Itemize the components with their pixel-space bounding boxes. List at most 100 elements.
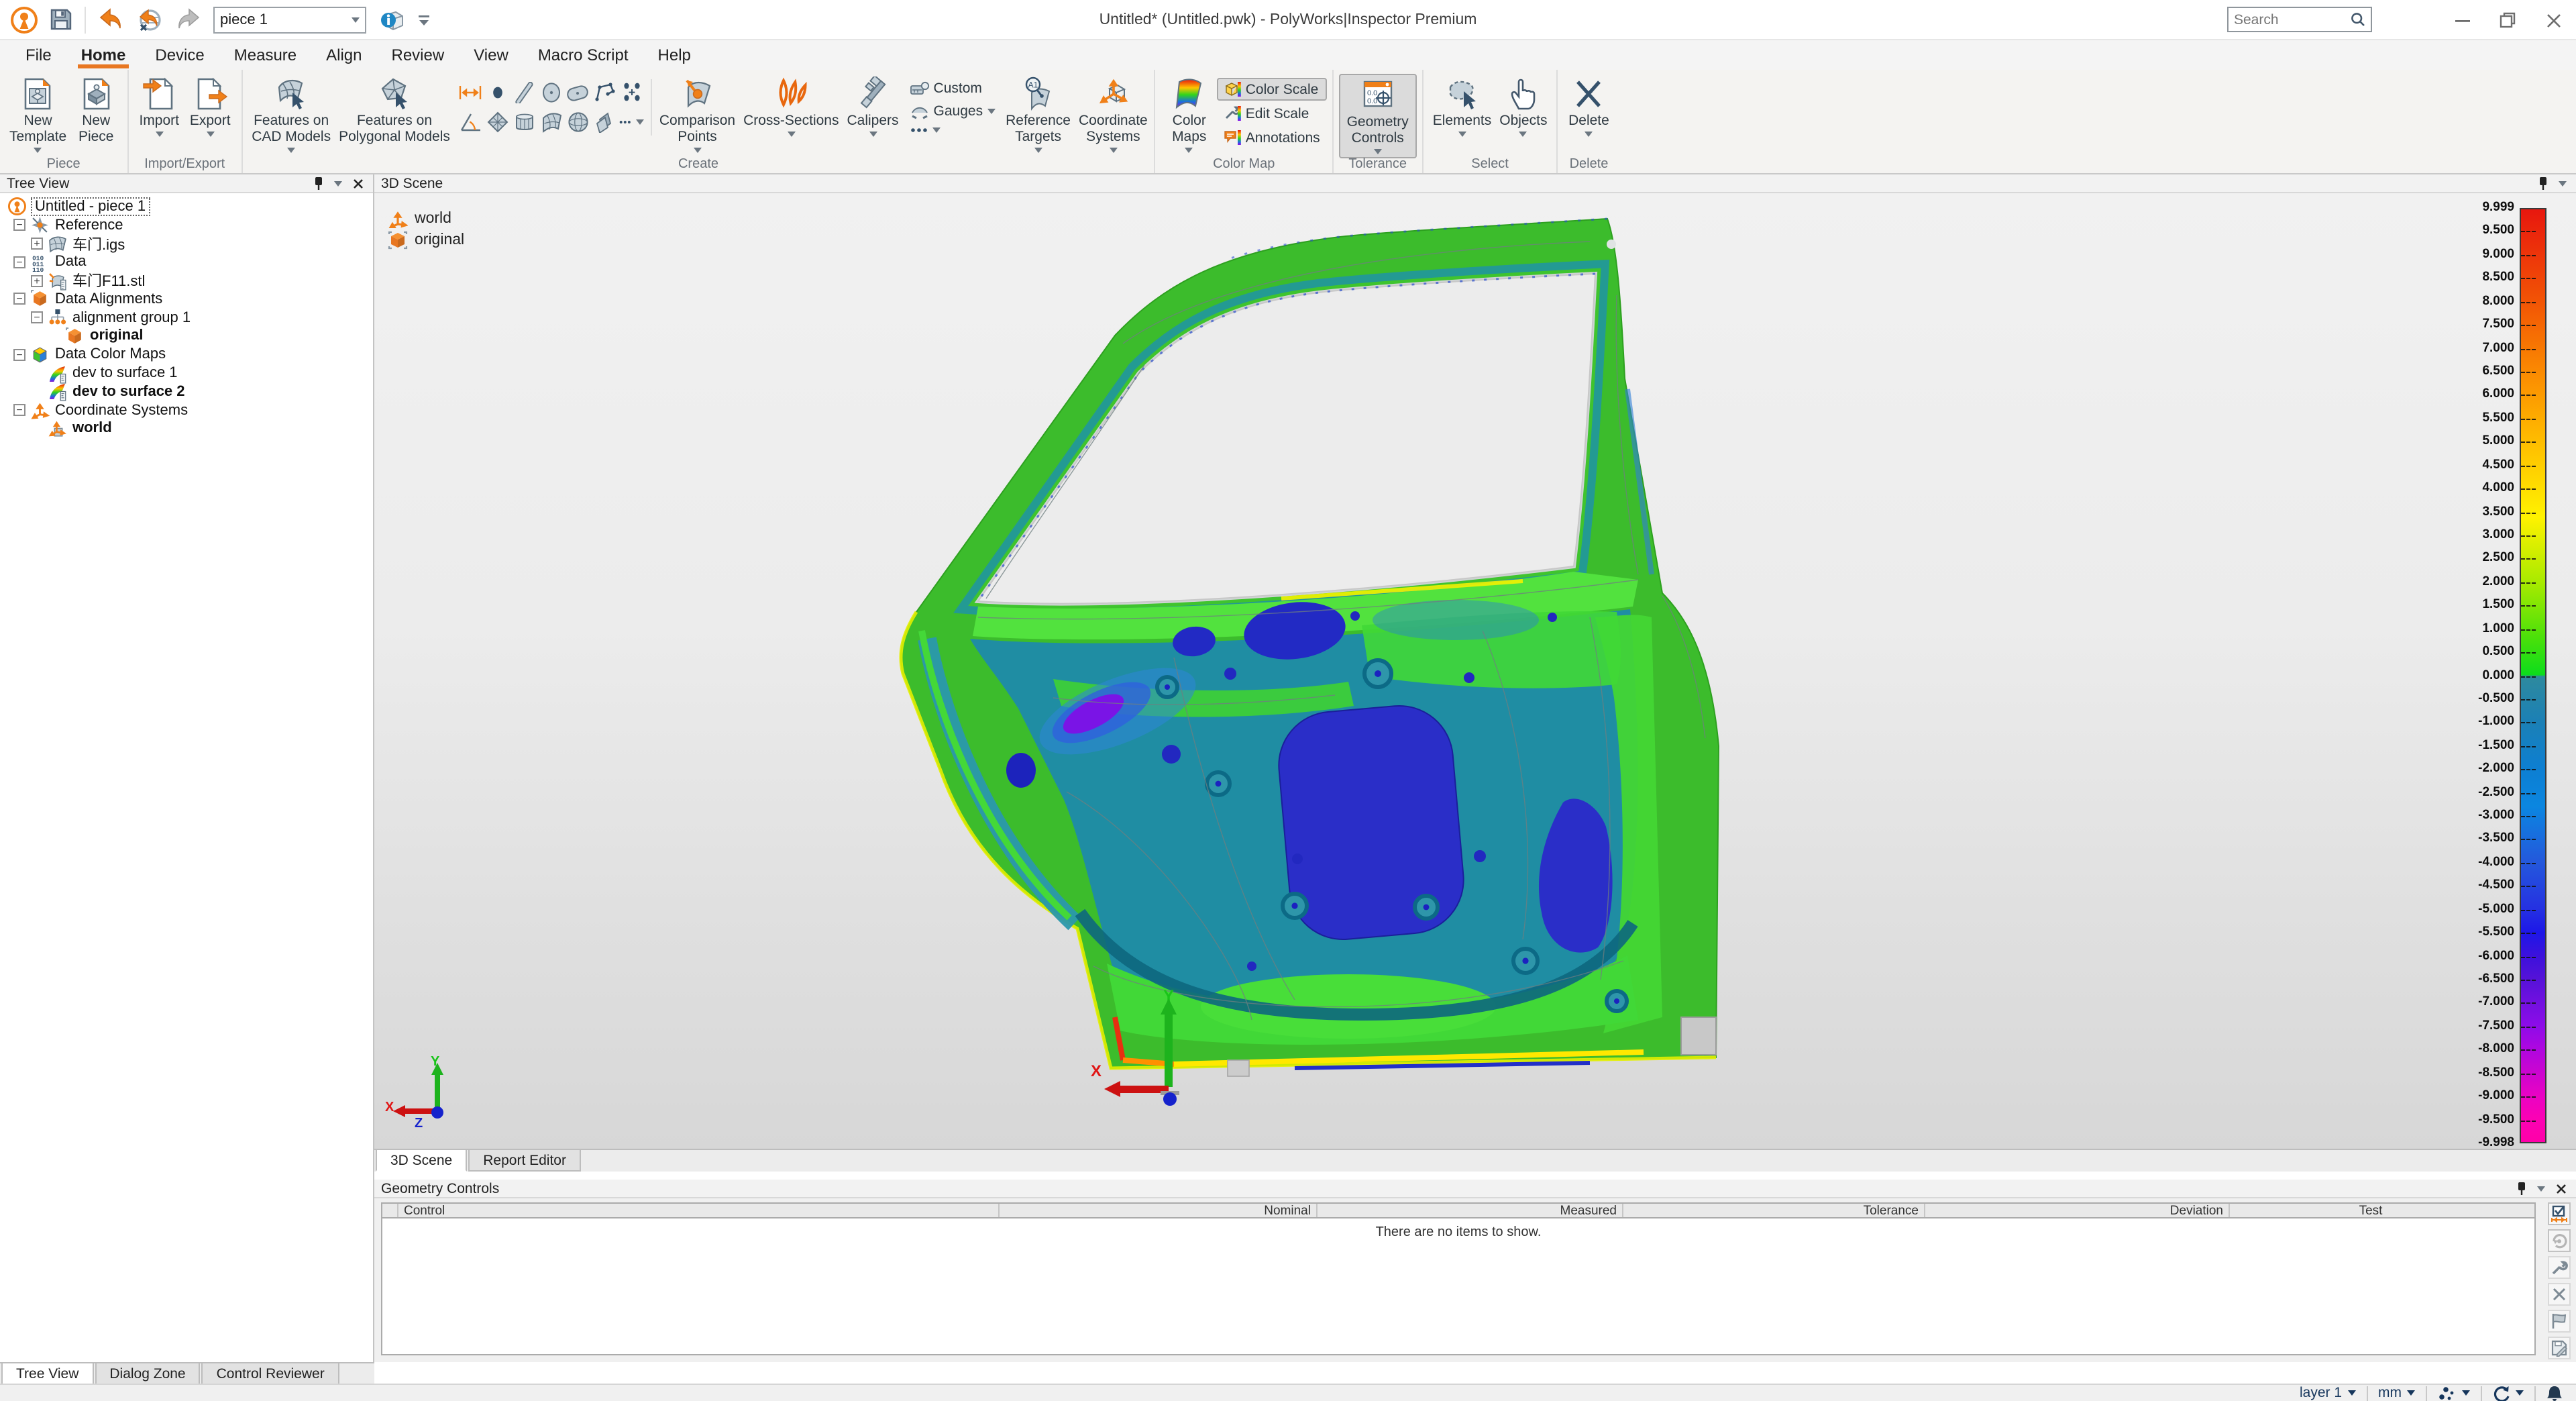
plane-feature-icon[interactable] bbox=[485, 109, 511, 136]
tab-control-reviewer[interactable]: Control Reviewer bbox=[202, 1363, 339, 1385]
close-icon[interactable] bbox=[2556, 1183, 2567, 1194]
calipers-button[interactable]: Calipers bbox=[843, 74, 903, 140]
pin-icon[interactable] bbox=[2517, 1182, 2526, 1195]
tab-report-editor[interactable]: Report Editor bbox=[468, 1150, 581, 1172]
comparison-points-button[interactable]: Comparison Points bbox=[655, 74, 739, 155]
3d-viewport[interactable]: world original Y X Y X Z 9.9999 bbox=[374, 193, 2576, 1149]
table-column-header-icon[interactable] bbox=[382, 1204, 398, 1217]
planes-pair-feature-icon[interactable] bbox=[592, 109, 618, 136]
save-edit-button[interactable] bbox=[2548, 1337, 2571, 1359]
scene-legend-original[interactable]: original bbox=[388, 231, 464, 250]
reference-targets-button[interactable]: A1 Reference Targets bbox=[1002, 74, 1075, 155]
polyline-feature-icon[interactable] bbox=[592, 79, 618, 106]
menu-item-align[interactable]: Align bbox=[311, 40, 376, 70]
redo-icon[interactable] bbox=[176, 8, 201, 31]
point-feature-icon[interactable] bbox=[485, 79, 511, 106]
pin-icon[interactable] bbox=[314, 176, 323, 190]
new-piece-button[interactable]: New Piece bbox=[70, 74, 121, 148]
notifications-button[interactable] bbox=[2536, 1385, 2576, 1401]
custom-gauge-button[interactable]: Custom bbox=[903, 78, 1002, 99]
select-objects-button[interactable]: Objects bbox=[1495, 74, 1551, 140]
menu-item-help[interactable]: Help bbox=[643, 40, 706, 70]
tree-expander[interactable]: − bbox=[13, 349, 25, 361]
table-column-header-test[interactable]: Test bbox=[2230, 1204, 2512, 1217]
restore-button[interactable] bbox=[2485, 0, 2530, 40]
tree-item-coordinate-systems[interactable]: −Coordinate Systems bbox=[0, 401, 373, 420]
chevron-down-icon[interactable] bbox=[2537, 1186, 2545, 1191]
cross-sections-button[interactable]: Cross-Sections bbox=[739, 74, 843, 140]
gauges-button[interactable]: Gauges bbox=[903, 101, 1002, 122]
search-box[interactable] bbox=[2227, 7, 2372, 32]
select-elements-button[interactable]: Elements bbox=[1429, 74, 1496, 140]
angle-feature-icon[interactable] bbox=[458, 109, 484, 136]
pin-icon[interactable] bbox=[2538, 176, 2548, 190]
annotations-button[interactable]: Annotations bbox=[1218, 126, 1327, 149]
tree-expander[interactable]: − bbox=[13, 404, 25, 416]
close-icon[interactable] bbox=[353, 178, 364, 189]
features-on-cad-models-button[interactable]: Features on CAD Models bbox=[248, 74, 335, 155]
search-icon[interactable] bbox=[2351, 12, 2365, 27]
cylinder-feature-icon[interactable] bbox=[512, 109, 537, 136]
menu-item-home[interactable]: Home bbox=[66, 40, 141, 70]
edit-scale-button[interactable]: Edit Scale bbox=[1218, 102, 1327, 125]
close-button[interactable] bbox=[2530, 0, 2576, 40]
geometry-controls-button[interactable]: 0.00.0 Geometry Controls bbox=[1339, 74, 1417, 158]
tree-item-reference[interactable]: −Reference bbox=[0, 216, 373, 235]
table-column-header-tolerance[interactable]: Tolerance bbox=[1623, 1204, 1925, 1217]
export-button[interactable]: Export bbox=[184, 74, 235, 140]
save-icon[interactable] bbox=[50, 8, 72, 31]
tree-item-original[interactable]: original bbox=[0, 327, 373, 346]
tree-item-dev-to-surface-2[interactable]: dev to surface 2 bbox=[0, 382, 373, 401]
tree-item-data[interactable]: −010011110Data bbox=[0, 253, 373, 272]
surface-feature-icon[interactable] bbox=[539, 109, 564, 136]
minimize-button[interactable] bbox=[2439, 0, 2485, 40]
flag-button[interactable] bbox=[2548, 1310, 2571, 1333]
tree-item-data-color-maps[interactable]: −Data Color Maps bbox=[0, 346, 373, 364]
tree-expander[interactable]: − bbox=[13, 219, 25, 231]
table-column-header-control[interactable]: Control bbox=[398, 1204, 1000, 1217]
delete-button[interactable]: Delete bbox=[1563, 74, 1614, 140]
more-features-button[interactable] bbox=[619, 109, 645, 136]
table-column-header-nominal[interactable]: Nominal bbox=[1000, 1204, 1318, 1217]
new-template-button[interactable]: New Template bbox=[5, 74, 70, 155]
coordinate-systems-button[interactable]: Coordinate Systems bbox=[1075, 74, 1152, 155]
line-feature-icon[interactable] bbox=[512, 79, 537, 106]
measure-check-button[interactable] bbox=[2548, 1202, 2571, 1225]
tab-dialog-zone[interactable]: Dialog Zone bbox=[95, 1363, 200, 1385]
edit-wrench-button[interactable] bbox=[2548, 1256, 2571, 1279]
chevron-down-icon[interactable] bbox=[2559, 180, 2567, 186]
menu-item-file[interactable]: File bbox=[11, 40, 66, 70]
tree-expander[interactable]: + bbox=[31, 238, 43, 250]
scene-legend-world[interactable]: world bbox=[388, 209, 464, 228]
tab-3d-scene[interactable]: 3D Scene bbox=[376, 1150, 467, 1172]
tree-item-dev-to-surface-1[interactable]: dev to surface 1 bbox=[0, 364, 373, 382]
polyworks-logo-icon[interactable] bbox=[11, 6, 38, 33]
tree-item-车门-igs[interactable]: +车门.igs bbox=[0, 234, 373, 253]
color-maps-button[interactable]: Color Maps bbox=[1161, 74, 1218, 155]
table-column-header-measured[interactable]: Measured bbox=[1318, 1204, 1623, 1217]
chevron-down-icon[interactable] bbox=[334, 180, 342, 186]
features-on-polygonal-models-button[interactable]: Features on Polygonal Models bbox=[335, 74, 454, 148]
tree-item-alignment-group-1[interactable]: −alignment group 1 bbox=[0, 309, 373, 327]
piece-info-icon[interactable] bbox=[378, 7, 405, 32]
tree-item-untitled-piece-1[interactable]: Untitled - piece 1 bbox=[0, 197, 373, 216]
sphere-feature-icon[interactable] bbox=[566, 109, 591, 136]
tree-expander[interactable]: − bbox=[13, 293, 25, 305]
display-density-control[interactable] bbox=[2427, 1385, 2481, 1401]
slot-feature-icon[interactable] bbox=[566, 79, 591, 106]
undo-all-icon[interactable] bbox=[136, 7, 164, 32]
tree-expander[interactable]: − bbox=[13, 256, 25, 268]
undo-icon[interactable] bbox=[98, 8, 123, 31]
search-input[interactable] bbox=[2234, 11, 2351, 28]
layer-selector[interactable]: layer 1 bbox=[2289, 1385, 2366, 1401]
menu-item-macro-script[interactable]: Macro Script bbox=[523, 40, 643, 70]
tree-item-world[interactable]: world bbox=[0, 419, 373, 438]
restore-review-button[interactable] bbox=[2548, 1229, 2571, 1252]
menu-item-measure[interactable]: Measure bbox=[219, 40, 311, 70]
table-column-header-deviation[interactable]: Deviation bbox=[1925, 1204, 2230, 1217]
tree-expander[interactable]: + bbox=[31, 274, 43, 287]
piece-selector[interactable]: piece 1 bbox=[213, 6, 366, 33]
tree-item-车门f11-stl[interactable]: +车门F11.stl bbox=[0, 271, 373, 290]
point-cloud-feature-icon[interactable] bbox=[619, 79, 645, 106]
delete-control-button[interactable] bbox=[2548, 1283, 2571, 1306]
